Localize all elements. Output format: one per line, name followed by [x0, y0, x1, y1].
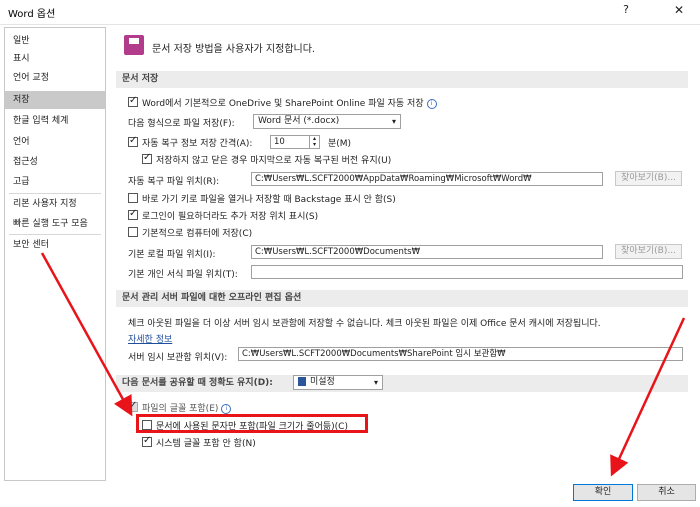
minutes-unit-label: 분(M)	[328, 139, 352, 149]
browse-autorecover-button[interactable]: 찾아보기(B)...	[615, 171, 682, 186]
autosave-onedrive-label: Word에서 기본적으로 OneDrive 및 SharePoint Onlin…	[142, 96, 437, 109]
sidebar-item-advanced[interactable]: 고급	[5, 173, 105, 191]
minutes-spinner[interactable]: ▴ ▾	[310, 135, 320, 149]
ok-button[interactable]: 확인	[573, 484, 633, 501]
no-system-fonts-checkbox[interactable]	[142, 435, 152, 447]
sidebar-item-trust-center[interactable]: 보안 센터	[5, 236, 105, 254]
drafts-path-input[interactable]: C:₩Users₩L.SCFT2000₩Documents₩SharePoint…	[238, 347, 683, 361]
cancel-button[interactable]: 취소	[637, 484, 696, 501]
format-label: 다음 형식으로 파일 저장(F):	[128, 119, 235, 129]
autosave-onedrive-checkbox[interactable]	[128, 95, 138, 107]
keep-last-version-checkbox[interactable]	[142, 152, 152, 164]
more-info-link[interactable]: 자세한 정보	[128, 332, 172, 345]
save-to-computer-checkbox[interactable]	[128, 227, 138, 237]
chevron-down-icon: ▾	[373, 378, 378, 387]
info-icon: i	[426, 98, 437, 109]
embed-fonts-label: 파일의 글꼴 포함(E) i	[142, 401, 232, 414]
drafts-path-label: 서버 임시 보관함 위치(V):	[128, 353, 228, 363]
help-button[interactable]: ?	[618, 3, 634, 19]
sidebar-item-proofing[interactable]: 언어 교정	[5, 69, 105, 87]
backstage-label: 바로 가기 키로 파일을 열거나 저장할 때 Backstage 표시 안 함(…	[142, 195, 396, 205]
autorecover-path-input[interactable]: C:₩Users₩L.SCFT2000₩AppData₩Roaming₩Micr…	[251, 172, 603, 186]
autorecover-checkbox[interactable]	[128, 135, 138, 147]
content-pane: 문서 저장 방법을 사용자가 지정합니다. 문서 저장 Word에서 기본적으로…	[106, 27, 696, 479]
sidebar-item-accessibility[interactable]: 접근성	[5, 153, 105, 171]
word-doc-icon	[298, 377, 306, 386]
title-bar: Word 옵션 ? ✕	[0, 0, 700, 25]
show-more-locations-checkbox[interactable]	[128, 208, 138, 220]
close-icon[interactable]: ✕	[670, 3, 688, 19]
browse-local-button[interactable]: 찾아보기(B)...	[615, 244, 682, 259]
window-title: Word 옵션	[8, 9, 56, 20]
info-icon: i	[221, 403, 232, 414]
section-save-documents: 문서 저장	[116, 71, 688, 88]
sidebar-item-general[interactable]: 일반	[5, 32, 105, 50]
chevron-down-icon: ▾	[391, 117, 396, 126]
sidebar-divider	[9, 193, 101, 194]
keep-last-version-label: 저장하지 않고 닫은 경우 마지막으로 자동 복구된 버전 유지(U)	[156, 156, 392, 166]
section-fidelity: 다음 문서를 공유할 때 정확도 유지(D):	[116, 375, 688, 392]
embed-fonts-checkbox[interactable]	[128, 400, 138, 412]
autorecover-minutes-input[interactable]: 10	[270, 135, 310, 149]
dialog-footer: 확인 취소	[0, 479, 700, 507]
autorecover-path-label: 자동 복구 파일 위치(R):	[128, 177, 220, 187]
local-path-label: 기본 로컬 파일 위치(I):	[128, 250, 216, 260]
sidebar-item-qat[interactable]: 빠른 실행 도구 모음	[5, 215, 105, 233]
format-select[interactable]: Word 문서 (*.docx) ▾	[253, 114, 401, 129]
sidebar-item-ribbon[interactable]: 리본 사용자 지정	[5, 195, 105, 213]
save-icon	[124, 35, 144, 55]
sidebar-item-language[interactable]: 언어	[5, 133, 105, 151]
offline-description: 체크 아웃된 파일을 더 이상 서버 임시 보관함에 저장할 수 없습니다. 체…	[128, 319, 601, 329]
fidelity-document-select[interactable]: 미설정 ▾	[293, 375, 383, 390]
sidebar-item-display[interactable]: 표시	[5, 50, 105, 68]
template-path-input[interactable]	[251, 265, 683, 279]
local-path-input[interactable]: C:₩Users₩L.SCFT2000₩Documents₩	[251, 245, 603, 259]
fidelity-title: 다음 문서를 공유할 때 정확도 유지(D):	[122, 378, 273, 388]
sidebar-divider	[9, 234, 101, 235]
highlight-box	[136, 414, 368, 433]
backstage-checkbox[interactable]	[128, 193, 138, 203]
sidebar: 일반 표시 언어 교정 저장 한글 입력 체계 언어 접근성 고급 리본 사용자…	[4, 27, 106, 481]
page-title: 문서 저장 방법을 사용자가 지정합니다.	[152, 44, 316, 55]
sidebar-item-hangul-input[interactable]: 한글 입력 체계	[5, 112, 105, 130]
section-offline-editing: 문서 관리 서버 파일에 대한 오프라인 편집 옵션	[116, 290, 688, 307]
autorecover-label: 자동 복구 정보 저장 간격(A):	[142, 139, 253, 149]
template-path-label: 기본 개인 서식 파일 위치(T):	[128, 270, 238, 280]
no-system-fonts-label: 시스템 글꼴 포함 안 함(N)	[156, 439, 256, 449]
sidebar-item-save[interactable]: 저장	[5, 91, 105, 109]
save-to-computer-label: 기본적으로 컴퓨터에 저장(C)	[142, 229, 253, 239]
show-more-locations-label: 로그인이 필요하더라도 추가 저장 위치 표시(S)	[142, 212, 319, 222]
